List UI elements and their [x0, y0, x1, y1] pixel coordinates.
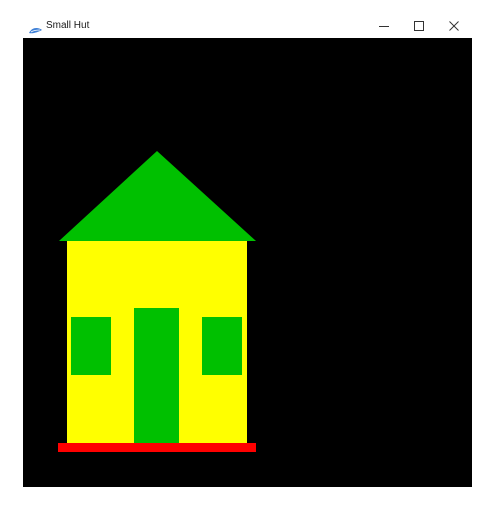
hut-drawing: [23, 38, 472, 487]
maximize-icon: [414, 21, 424, 31]
maximize-button[interactable]: [402, 14, 436, 38]
minimize-button[interactable]: [367, 14, 401, 38]
drawing-canvas[interactable]: [23, 38, 472, 487]
hut-window-left: [71, 317, 111, 375]
hut-door: [134, 308, 179, 443]
app-window: Small Hut: [0, 0, 487, 513]
hut-window-right: [202, 317, 242, 375]
hut-base: [58, 443, 256, 452]
window-title: Small Hut: [46, 20, 90, 31]
close-icon: [449, 21, 459, 31]
close-button[interactable]: [437, 14, 471, 38]
minimize-icon: [379, 21, 389, 31]
app-leaf-icon: [29, 22, 42, 34]
title-bar[interactable]: Small Hut: [0, 0, 487, 38]
